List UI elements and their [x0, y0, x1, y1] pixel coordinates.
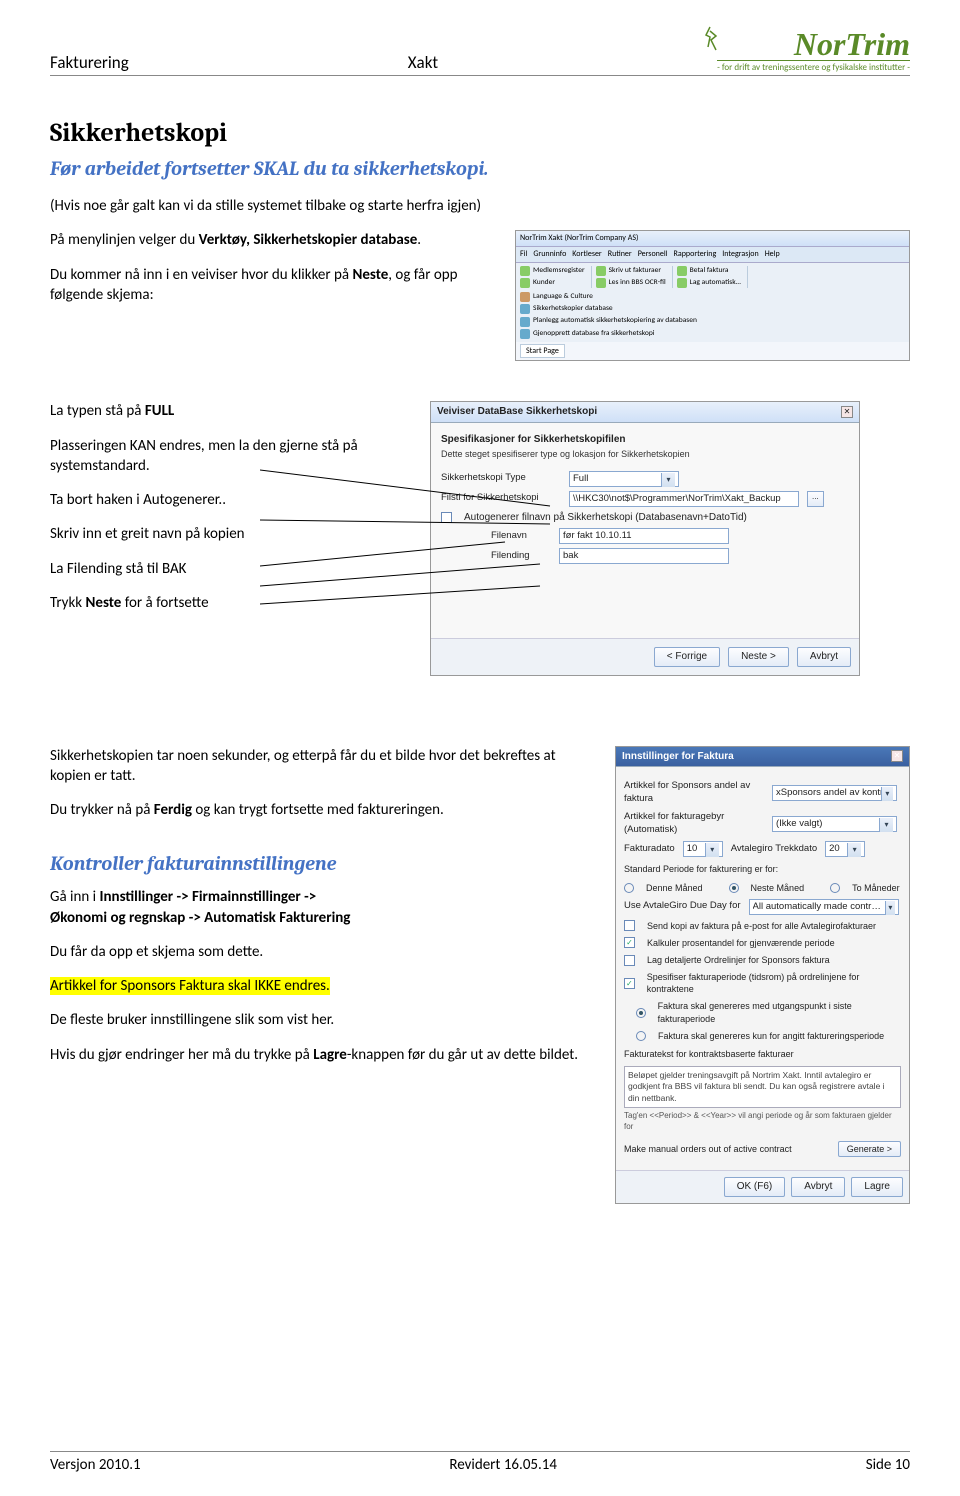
path-input[interactable]: \\HKC30\not$\Programmer\NorTrim\Xakt_Bac…: [569, 491, 799, 507]
subtitle: Før arbeidet fortsetter SKAL du ta sikke…: [50, 155, 910, 182]
cancel-button-settings[interactable]: Avbryt: [791, 1177, 845, 1197]
footer-version: Versjon 2010.1: [50, 1456, 141, 1474]
logo: NorTrim - for drift av treningssentere o…: [717, 30, 910, 73]
footer-page: Side 10: [866, 1456, 910, 1474]
logo-tagline: - for drift av treningssentere og fysika…: [717, 60, 910, 73]
radio-neste[interactable]: [729, 883, 739, 893]
ribbon-title: NorTrim Xakt (NorTrim Company AS): [516, 231, 909, 247]
faktdato-input[interactable]: 10▾: [683, 841, 723, 857]
art2-label: Artikkel for fakturagebyr (Automatisk): [624, 811, 764, 837]
para-9: De fleste bruker innstillingene slik som…: [50, 1010, 595, 1030]
filenavn-input[interactable]: før fakt 10.10.11: [559, 528, 729, 544]
browse-button[interactable]: ...: [807, 491, 824, 507]
filending-label: Filending: [491, 550, 551, 563]
generate-button[interactable]: Generate >: [838, 1141, 901, 1157]
wizard-subheading: Spesifikasjoner for Sikkerhetskopifilen: [441, 433, 849, 447]
page-footer: Versjon 2010.1 Revidert 16.05.14 Side 10: [50, 1451, 910, 1474]
footer-revision: Revidert 16.05.14: [449, 1456, 557, 1474]
para-6: Gå inn i Innstillinger -> Firmainnstilli…: [50, 887, 595, 928]
radio-to[interactable]: [830, 883, 840, 893]
autogenerate-checkbox[interactable]: [441, 512, 452, 523]
std-period-label: Standard Periode for fakturering er for:: [624, 863, 901, 875]
close-icon[interactable]: ✕: [841, 406, 853, 418]
heading-2: Kontroller fakturainnstillingene: [50, 850, 595, 877]
trekkdato-input[interactable]: 20▾: [825, 841, 865, 857]
line-6: Trykk Neste for å fortsette: [50, 593, 410, 613]
screenshot-ribbon: NorTrim Xakt (NorTrim Company AS) FilGru…: [515, 230, 910, 361]
chk-detaljerte[interactable]: [624, 955, 635, 966]
radio-denne[interactable]: [624, 883, 634, 893]
useagd-label: Use AvtaleGiro Due Day for: [624, 900, 741, 913]
trekkdato-label: Avtalegiro Trekkdato: [731, 843, 817, 856]
screenshot-settings: Innstillinger for Faktura ✕ Artikkel for…: [615, 746, 910, 1204]
radio-siste[interactable]: [636, 1008, 646, 1018]
para-8: Artikkel for Sponsors Faktura skal IKKE …: [50, 976, 595, 996]
radio-angitt[interactable]: [636, 1031, 646, 1041]
line-4: Skriv inn et greit navn på kopien: [50, 524, 410, 544]
useagd-dropdown[interactable]: All automatically made contract invoices…: [749, 899, 899, 915]
chk-sendcopy[interactable]: [624, 920, 635, 931]
manual-label: Make manual orders out of active contrac…: [624, 1143, 792, 1155]
heading-1: Sikkerhetskopi: [50, 116, 910, 151]
filending-input[interactable]: bak: [559, 548, 729, 564]
para-7: Du får da opp et skjema som dette.: [50, 942, 595, 962]
autogenerate-label: Autogenerer filnavn på Sikkerhetskopi (D…: [464, 511, 747, 525]
save-button[interactable]: Lagre: [851, 1177, 903, 1197]
line-3: Ta bort haken i Autogenerer..: [50, 490, 410, 510]
type-dropdown[interactable]: Full▾: [569, 471, 679, 487]
wizard-desc: Dette steget spesifiserer type og lokasj…: [441, 448, 849, 460]
cancel-button[interactable]: Avbryt: [797, 647, 851, 667]
ribbon-menu: FilGrunninfoKortleserRutinerPersonellRap…: [516, 247, 909, 263]
wizard-title: Veiviser DataBase Sikkerhetskopi: [437, 405, 597, 419]
art2-dropdown[interactable]: (Ikke valgt)▾: [772, 816, 897, 832]
para-10: Hvis du gjør endringer her må du trykke …: [50, 1045, 595, 1065]
para-5: Du trykker nå på Ferdig og kan trygt for…: [50, 800, 595, 820]
chk-kalkuler[interactable]: ✓: [624, 937, 635, 948]
line-2: Plasseringen KAN endres, men la den gjer…: [50, 436, 410, 477]
prev-button[interactable]: < Forrige: [654, 647, 720, 667]
logo-text: NorTrim: [794, 26, 910, 62]
art1-label: Artikkel for Sponsors andel av faktura: [624, 780, 764, 806]
ok-button[interactable]: OK (F6): [724, 1177, 786, 1197]
para-2: På menylinjen velger du Verktøy, Sikkerh…: [50, 230, 495, 250]
line-5: La Filending stå til BAK: [50, 559, 410, 579]
path-label: Filsti for Sikkerhetskopi: [441, 492, 561, 505]
para-3: Du kommer nå inn i en veiviser hvor du k…: [50, 265, 495, 306]
tag-hint: Tag'en <<Period>> & <<Year>> vil angi pe…: [624, 1111, 901, 1133]
para-4: Sikkerhetskopien tar noen sekunder, og e…: [50, 746, 595, 787]
art1-dropdown[interactable]: xSponsors andel av kontrakt▾: [772, 785, 897, 801]
next-button[interactable]: Neste >: [728, 647, 789, 667]
page-header: Fakturering Xakt NorTrim - for drift av …: [50, 30, 910, 76]
header-mid: Xakt: [408, 52, 438, 73]
line-1: La typen stå på FULL: [50, 401, 410, 421]
type-label: Sikkerhetskopi Type: [441, 472, 561, 485]
para-1: (Hvis noe går galt kan vi da stille syst…: [50, 196, 910, 216]
text-label: Fakturatekst for kontraktsbaserte faktur…: [624, 1048, 901, 1060]
header-left: Fakturering: [50, 52, 129, 73]
filenavn-label: Filenavn: [491, 530, 551, 543]
close-icon[interactable]: ✕: [891, 750, 903, 762]
settings-title: Innstillinger for Faktura: [622, 750, 734, 764]
fakturatekst-textarea[interactable]: Beløpet gjelder treningsavgift på Nortri…: [624, 1066, 901, 1108]
chk-spesifiser[interactable]: ✓: [624, 978, 635, 989]
faktdato-label: Fakturadato: [624, 843, 675, 856]
screenshot-wizard: Veiviser DataBase Sikkerhetskopi ✕ Spesi…: [430, 401, 860, 675]
